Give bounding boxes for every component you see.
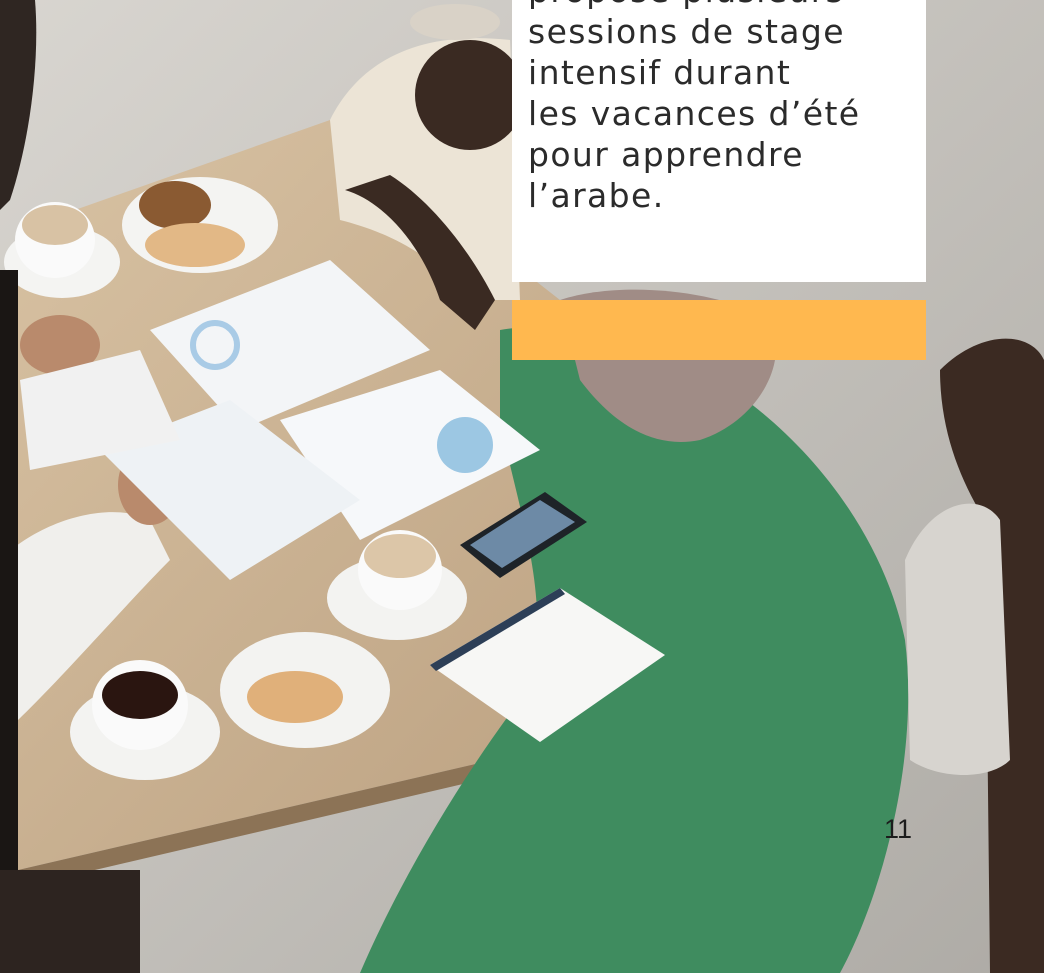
photo-edge [0,270,18,870]
accent-bar [512,300,926,360]
coffee [102,671,178,719]
cap [410,4,500,40]
shadow [0,870,140,973]
page-number: 11 [884,814,913,844]
pastry [139,181,211,229]
person-head [415,40,525,150]
pastry [145,223,245,267]
text-card: propose plusieurs sessions de stage inte… [512,0,926,282]
coffee [22,205,88,245]
coffee [364,534,436,578]
handbag [905,503,1010,775]
pastry [247,671,343,723]
document-graphic [437,417,493,473]
body-text: propose plusieurs sessions de stage inte… [528,0,861,215]
